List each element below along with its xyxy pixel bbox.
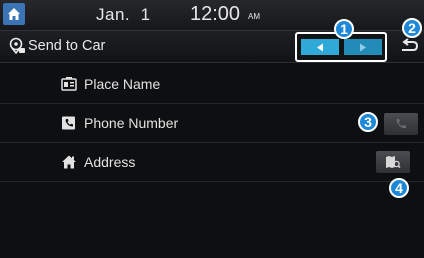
clock-display: 12:00	[190, 3, 241, 25]
place-name-row[interactable]: Place Name	[0, 65, 424, 104]
map-search-button[interactable]	[376, 151, 410, 173]
send-to-car-icon	[9, 37, 25, 55]
callout-marker-4: 4	[389, 178, 409, 198]
address-row[interactable]: Address	[0, 143, 424, 182]
home-button[interactable]	[3, 3, 25, 25]
status-bar: Jan. 1 12:00 AM	[0, 0, 424, 31]
triangle-right-icon	[360, 43, 366, 51]
phone-book-icon	[62, 116, 75, 130]
phone-handset-icon	[396, 119, 406, 129]
house-icon	[62, 155, 76, 169]
callout-marker-3: 3	[358, 112, 378, 132]
place-card-icon	[61, 77, 77, 91]
phone-number-label: Phone Number	[84, 115, 179, 131]
clock-ampm: AM	[248, 12, 260, 21]
home-icon	[8, 8, 20, 20]
page-title: Send to Car	[28, 38, 106, 54]
previous-page-button[interactable]	[301, 39, 339, 55]
place-name-label: Place Name	[84, 76, 161, 92]
date-display: Jan. 1	[96, 5, 151, 24]
next-page-button[interactable]	[344, 39, 382, 55]
callout-marker-1: 1	[334, 19, 354, 39]
car-navigation-screen: Jan. 1 12:00 AM Send to Car Place Name P…	[0, 0, 424, 258]
call-button[interactable]	[384, 113, 418, 135]
callout-marker-2: 2	[402, 18, 422, 38]
address-label: Address	[84, 154, 136, 170]
map-search-icon	[386, 156, 401, 169]
return-arrow-icon	[402, 38, 419, 51]
back-button[interactable]	[398, 38, 420, 56]
triangle-left-icon	[317, 43, 323, 51]
